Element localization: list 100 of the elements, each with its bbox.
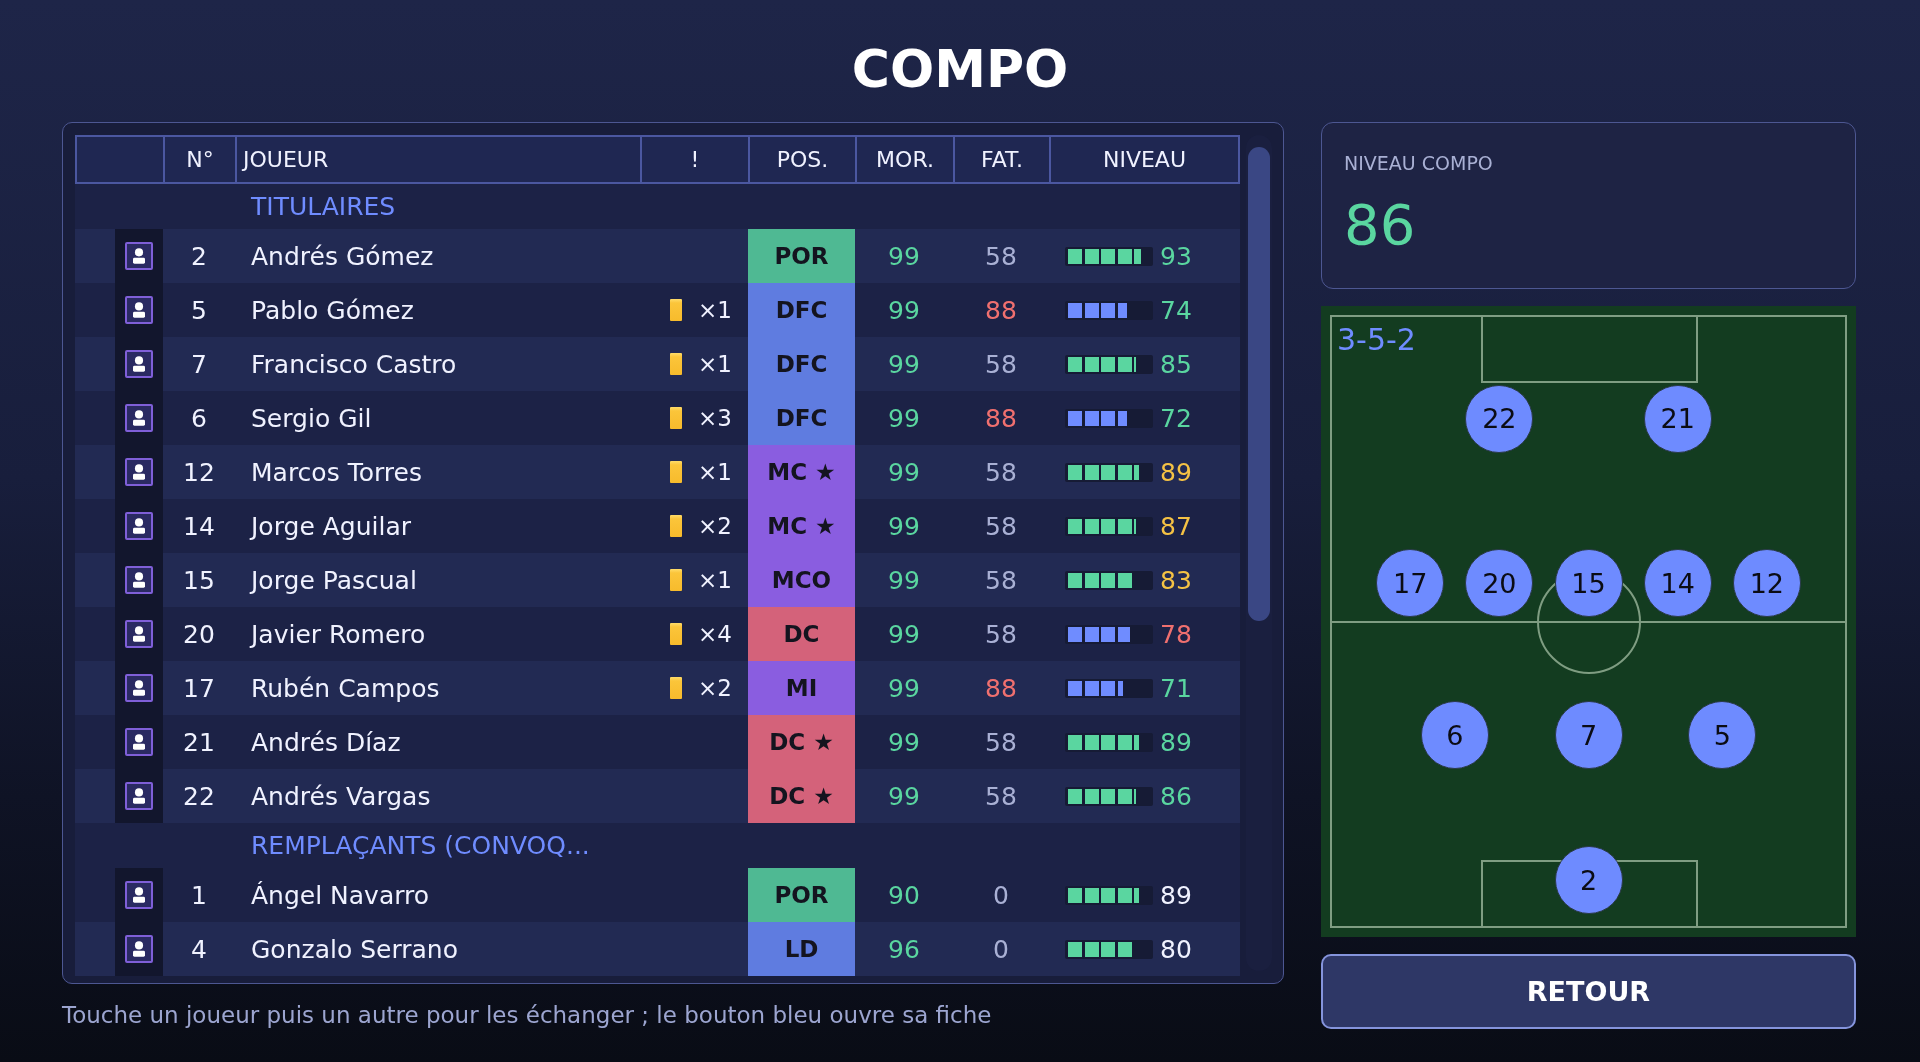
morale-value: 99 <box>888 295 920 325</box>
position-tag: DFC <box>748 337 855 391</box>
card-count: ×1 <box>698 459 732 485</box>
card-count: ×1 <box>698 297 732 323</box>
scrollbar-thumb[interactable] <box>1248 147 1270 621</box>
rating-value: 93 <box>1160 241 1192 271</box>
rating-value: 86 <box>1160 781 1192 811</box>
profile-button[interactable] <box>125 935 153 963</box>
player-number: 21 <box>183 727 215 757</box>
profile-button[interactable] <box>125 404 153 432</box>
person-icon <box>133 788 145 804</box>
fatigue-value: 58 <box>985 781 1017 811</box>
person-icon <box>133 626 145 642</box>
card-icon <box>670 299 683 321</box>
column-header: MOR. <box>857 137 953 182</box>
card-icon <box>670 461 683 483</box>
player-name[interactable]: Gonzalo Serrano <box>251 934 458 964</box>
back-button[interactable]: RETOUR <box>1321 954 1856 1029</box>
player-number: 2 <box>191 241 207 271</box>
player-token[interactable]: 2 <box>1554 846 1623 915</box>
position-tag: MC ★ <box>748 445 855 499</box>
player-name[interactable]: Sergio Gil <box>251 403 372 433</box>
card-icon <box>670 515 683 537</box>
player-token[interactable]: 20 <box>1465 549 1534 617</box>
player-number: 6 <box>191 403 207 433</box>
profile-button[interactable] <box>125 566 153 594</box>
position-tag: MC ★ <box>748 499 855 553</box>
card-icon <box>670 623 683 645</box>
profile-button[interactable] <box>125 458 153 486</box>
fatigue-value: 0 <box>993 934 1009 964</box>
column-header: POS. <box>750 137 855 182</box>
player-token[interactable]: 12 <box>1732 549 1801 617</box>
player-name[interactable]: Andrés Gómez <box>251 241 434 271</box>
column-header: FAT. <box>955 137 1049 182</box>
person-icon <box>133 302 145 318</box>
position-tag: DC ★ <box>748 769 855 823</box>
fatigue-value: 88 <box>985 403 1017 433</box>
position-tag: DC ★ <box>748 715 855 769</box>
person-icon <box>133 464 145 480</box>
position-tag: DFC <box>748 283 855 337</box>
column-header: ! <box>642 137 748 182</box>
rating-value: 85 <box>1160 349 1192 379</box>
player-name[interactable]: Marcos Torres <box>251 457 422 487</box>
profile-button[interactable] <box>125 674 153 702</box>
player-number: 7 <box>191 349 207 379</box>
fatigue-value: 58 <box>985 565 1017 595</box>
player-name[interactable]: Francisco Castro <box>251 349 457 379</box>
card-icon <box>670 353 683 375</box>
player-token[interactable]: 5 <box>1688 701 1757 770</box>
fatigue-value: 58 <box>985 727 1017 757</box>
fatigue-value: 58 <box>985 511 1017 541</box>
profile-button[interactable] <box>125 296 153 324</box>
profile-button[interactable] <box>125 620 153 648</box>
morale-value: 90 <box>888 880 920 910</box>
column-header: JOUEUR <box>237 137 640 182</box>
player-name[interactable]: Pablo Gómez <box>251 295 414 325</box>
morale-value: 99 <box>888 781 920 811</box>
card-icon <box>670 569 683 591</box>
morale-value: 99 <box>888 349 920 379</box>
player-token[interactable]: 14 <box>1643 549 1712 617</box>
player-token[interactable]: 22 <box>1465 384 1534 453</box>
position-tag: DFC <box>748 391 855 445</box>
player-name[interactable]: Jorge Pascual <box>251 565 417 595</box>
fatigue-value: 88 <box>985 295 1017 325</box>
card-count: ×4 <box>698 621 732 647</box>
fatigue-value: 88 <box>985 673 1017 703</box>
fatigue-value: 58 <box>985 457 1017 487</box>
profile-button[interactable] <box>125 782 153 810</box>
card-icon <box>670 407 683 429</box>
card-count: ×3 <box>698 405 732 431</box>
player-name[interactable]: Andrés Vargas <box>251 781 431 811</box>
player-token[interactable]: 7 <box>1554 701 1623 770</box>
profile-button[interactable] <box>125 881 153 909</box>
player-token[interactable]: 21 <box>1643 384 1712 453</box>
player-name[interactable]: Jorge Aguilar <box>251 511 411 541</box>
hint-text: Touche un joueur puis un autre pour les échanger ; le bouton bleu ouvre sa fiche <box>62 1002 993 1028</box>
rating-value: 80 <box>1160 934 1192 964</box>
player-name[interactable]: Javier Romero <box>251 619 426 649</box>
fatigue-value: 58 <box>985 241 1017 271</box>
player-number: 14 <box>183 511 215 541</box>
player-number: 20 <box>183 619 215 649</box>
player-name[interactable]: Rubén Campos <box>251 673 440 703</box>
profile-button[interactable] <box>125 512 153 540</box>
rating-value: 72 <box>1160 403 1192 433</box>
player-token[interactable]: 15 <box>1554 549 1623 617</box>
card-count: ×1 <box>698 351 732 377</box>
profile-button[interactable] <box>125 242 153 270</box>
position-tag: POR <box>748 868 855 922</box>
formation-label: 3-5-2 <box>1337 322 1416 357</box>
card-icon <box>670 677 683 699</box>
summary-label: NIVEAU COMPO <box>1344 152 1494 174</box>
column-header: N° <box>165 137 235 182</box>
profile-button[interactable] <box>125 728 153 756</box>
morale-value: 96 <box>888 934 920 964</box>
player-name[interactable]: Ángel Navarro <box>251 880 430 910</box>
player-token[interactable]: 6 <box>1420 701 1489 770</box>
position-tag: LD <box>748 922 855 976</box>
profile-button[interactable] <box>125 350 153 378</box>
player-name[interactable]: Andrés Díaz <box>251 727 401 757</box>
player-token[interactable]: 17 <box>1376 549 1445 617</box>
